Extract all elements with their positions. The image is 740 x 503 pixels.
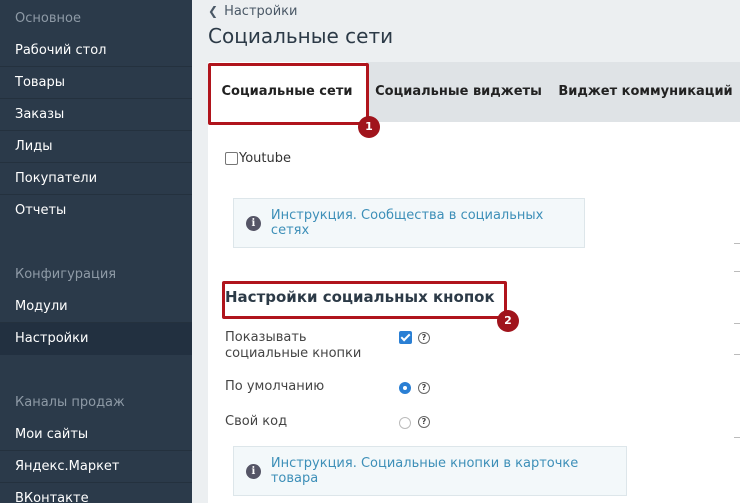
sidebar-item-products[interactable]: Товары <box>0 67 192 99</box>
sidebar-item-orders[interactable]: Заказы <box>0 99 192 131</box>
sidebar: Основное Рабочий стол Товары Заказы Лиды… <box>0 0 192 503</box>
show-social-buttons-label-line2: социальные кнопки <box>225 346 362 361</box>
info-icon: i <box>246 215 261 231</box>
info-box-communities: i Инструкция. Сообщества в социальных се… <box>233 198 585 248</box>
sidebar-item-reports[interactable]: Отчеты <box>0 195 192 227</box>
default-option-label: По умолчанию <box>225 379 325 394</box>
annotation-badge-1: 1 <box>358 116 380 138</box>
sidebar-item-settings[interactable]: Настройки <box>0 323 192 355</box>
info-icon: i <box>246 463 261 479</box>
back-link-label: Настройки <box>224 4 298 19</box>
show-social-buttons-checkbox[interactable] <box>399 331 412 344</box>
back-link[interactable]: ❮ Настройки <box>208 4 297 19</box>
scroll-tick <box>734 271 740 272</box>
page-title: Социальные сети <box>208 24 394 48</box>
chevron-left-icon: ❮ <box>208 4 219 18</box>
show-social-buttons-label-line1: Показывать <box>225 330 307 345</box>
sidebar-item-leads[interactable]: Лиды <box>0 131 192 163</box>
sidebar-item-customers[interactable]: Покупатели <box>0 163 192 195</box>
help-icon[interactable]: ? <box>418 382 430 394</box>
tab-social-widgets[interactable]: Социальные виджеты <box>366 62 551 122</box>
custom-code-label: Свой код <box>225 414 288 429</box>
youtube-label: Youtube <box>239 151 291 166</box>
instruction-communities-link[interactable]: Инструкция. Сообщества в социальных сетя… <box>271 208 584 238</box>
annotation-box-1 <box>208 63 369 125</box>
sidebar-section-sales-channels: Каналы продаж <box>15 395 125 410</box>
scroll-tick <box>734 243 740 244</box>
annotation-box-2 <box>222 281 507 319</box>
youtube-checkbox[interactable] <box>225 152 238 165</box>
default-option-radio[interactable] <box>399 382 411 394</box>
help-icon[interactable]: ? <box>418 332 430 344</box>
scroll-tick <box>734 437 740 438</box>
help-icon[interactable]: ? <box>418 416 430 428</box>
sidebar-item-yandex-market[interactable]: Яндекс.Маркет <box>0 451 192 483</box>
custom-code-radio[interactable] <box>399 417 411 429</box>
youtube-row: Youtube <box>225 151 291 166</box>
annotation-badge-2: 2 <box>497 310 519 332</box>
sidebar-section-configuration: Конфигурация <box>15 267 117 282</box>
sidebar-item-vkontakte[interactable]: ВКонтакте <box>0 483 192 503</box>
scroll-tick <box>734 323 740 324</box>
show-social-buttons-label: Показывать социальные кнопки <box>225 330 361 362</box>
sidebar-item-my-sites[interactable]: Мои сайты <box>0 419 192 451</box>
sidebar-item-modules[interactable]: Модули <box>0 291 192 323</box>
tab-communication-widget[interactable]: Виджет коммуникаций <box>551 62 740 122</box>
info-box-product-buttons: i Инструкция. Социальные кнопки в карточ… <box>233 446 627 496</box>
instruction-product-buttons-link[interactable]: Инструкция. Социальные кнопки в карточке… <box>271 456 626 486</box>
scroll-tick <box>734 354 740 355</box>
sidebar-section-main: Основное <box>15 11 81 26</box>
sidebar-item-dashboard[interactable]: Рабочий стол <box>0 35 192 67</box>
